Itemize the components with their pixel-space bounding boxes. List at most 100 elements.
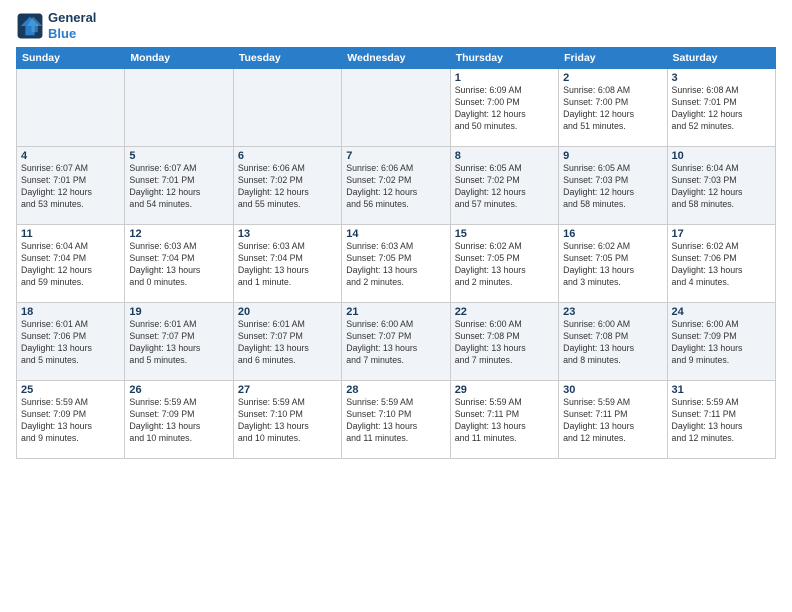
calendar-cell: 27Sunrise: 5:59 AM Sunset: 7:10 PM Dayli… [233,381,341,459]
day-info: Sunrise: 6:03 AM Sunset: 7:05 PM Dayligh… [346,241,445,289]
day-number: 30 [563,384,662,396]
header: General Blue [16,10,776,41]
calendar-cell: 30Sunrise: 5:59 AM Sunset: 7:11 PM Dayli… [559,381,667,459]
day-info: Sunrise: 6:06 AM Sunset: 7:02 PM Dayligh… [346,163,445,211]
calendar-cell: 10Sunrise: 6:04 AM Sunset: 7:03 PM Dayli… [667,147,775,225]
calendar-cell: 29Sunrise: 5:59 AM Sunset: 7:11 PM Dayli… [450,381,558,459]
day-number: 11 [21,228,120,240]
day-info: Sunrise: 6:01 AM Sunset: 7:07 PM Dayligh… [238,319,337,367]
day-info: Sunrise: 6:04 AM Sunset: 7:03 PM Dayligh… [672,163,771,211]
day-number: 24 [672,306,771,318]
day-number: 3 [672,72,771,84]
calendar-table: SundayMondayTuesdayWednesdayThursdayFrid… [16,47,776,459]
day-number: 14 [346,228,445,240]
logo-line2: Blue [48,26,96,42]
calendar-col-header: Saturday [667,48,775,69]
day-info: Sunrise: 5:59 AM Sunset: 7:10 PM Dayligh… [238,397,337,445]
calendar-week-row: 18Sunrise: 6:01 AM Sunset: 7:06 PM Dayli… [17,303,776,381]
day-number: 25 [21,384,120,396]
day-info: Sunrise: 6:02 AM Sunset: 7:05 PM Dayligh… [563,241,662,289]
day-info: Sunrise: 6:07 AM Sunset: 7:01 PM Dayligh… [21,163,120,211]
calendar-cell [125,69,233,147]
calendar-week-row: 11Sunrise: 6:04 AM Sunset: 7:04 PM Dayli… [17,225,776,303]
calendar-cell: 8Sunrise: 6:05 AM Sunset: 7:02 PM Daylig… [450,147,558,225]
day-info: Sunrise: 6:06 AM Sunset: 7:02 PM Dayligh… [238,163,337,211]
day-number: 21 [346,306,445,318]
day-info: Sunrise: 6:09 AM Sunset: 7:00 PM Dayligh… [455,85,554,133]
page: General Blue SundayMondayTuesdayWednesda… [0,0,792,612]
day-info: Sunrise: 5:59 AM Sunset: 7:11 PM Dayligh… [563,397,662,445]
calendar-cell: 22Sunrise: 6:00 AM Sunset: 7:08 PM Dayli… [450,303,558,381]
day-number: 31 [672,384,771,396]
day-number: 6 [238,150,337,162]
day-info: Sunrise: 5:59 AM Sunset: 7:09 PM Dayligh… [21,397,120,445]
day-number: 26 [129,384,228,396]
calendar-cell: 2Sunrise: 6:08 AM Sunset: 7:00 PM Daylig… [559,69,667,147]
day-info: Sunrise: 5:59 AM Sunset: 7:11 PM Dayligh… [455,397,554,445]
day-info: Sunrise: 6:04 AM Sunset: 7:04 PM Dayligh… [21,241,120,289]
calendar-cell: 15Sunrise: 6:02 AM Sunset: 7:05 PM Dayli… [450,225,558,303]
day-info: Sunrise: 6:03 AM Sunset: 7:04 PM Dayligh… [129,241,228,289]
calendar-cell: 9Sunrise: 6:05 AM Sunset: 7:03 PM Daylig… [559,147,667,225]
day-number: 10 [672,150,771,162]
calendar-cell: 24Sunrise: 6:00 AM Sunset: 7:09 PM Dayli… [667,303,775,381]
calendar-cell: 23Sunrise: 6:00 AM Sunset: 7:08 PM Dayli… [559,303,667,381]
calendar-col-header: Friday [559,48,667,69]
calendar-col-header: Tuesday [233,48,341,69]
day-info: Sunrise: 6:01 AM Sunset: 7:06 PM Dayligh… [21,319,120,367]
logo-icon [16,12,44,40]
day-number: 19 [129,306,228,318]
calendar-col-header: Wednesday [342,48,450,69]
calendar-cell: 12Sunrise: 6:03 AM Sunset: 7:04 PM Dayli… [125,225,233,303]
calendar-col-header: Sunday [17,48,125,69]
day-info: Sunrise: 5:59 AM Sunset: 7:09 PM Dayligh… [129,397,228,445]
calendar-cell: 18Sunrise: 6:01 AM Sunset: 7:06 PM Dayli… [17,303,125,381]
day-info: Sunrise: 6:08 AM Sunset: 7:01 PM Dayligh… [672,85,771,133]
logo-text-block: General Blue [48,10,96,41]
day-info: Sunrise: 6:02 AM Sunset: 7:06 PM Dayligh… [672,241,771,289]
day-number: 17 [672,228,771,240]
calendar-cell: 21Sunrise: 6:00 AM Sunset: 7:07 PM Dayli… [342,303,450,381]
calendar-cell: 19Sunrise: 6:01 AM Sunset: 7:07 PM Dayli… [125,303,233,381]
day-info: Sunrise: 5:59 AM Sunset: 7:11 PM Dayligh… [672,397,771,445]
calendar-cell: 4Sunrise: 6:07 AM Sunset: 7:01 PM Daylig… [17,147,125,225]
day-number: 18 [21,306,120,318]
calendar-col-header: Thursday [450,48,558,69]
calendar-cell: 13Sunrise: 6:03 AM Sunset: 7:04 PM Dayli… [233,225,341,303]
calendar-cell: 26Sunrise: 5:59 AM Sunset: 7:09 PM Dayli… [125,381,233,459]
day-number: 15 [455,228,554,240]
day-number: 4 [21,150,120,162]
day-info: Sunrise: 6:00 AM Sunset: 7:08 PM Dayligh… [455,319,554,367]
day-info: Sunrise: 6:05 AM Sunset: 7:03 PM Dayligh… [563,163,662,211]
day-info: Sunrise: 6:02 AM Sunset: 7:05 PM Dayligh… [455,241,554,289]
day-info: Sunrise: 6:00 AM Sunset: 7:07 PM Dayligh… [346,319,445,367]
calendar-cell: 1Sunrise: 6:09 AM Sunset: 7:00 PM Daylig… [450,69,558,147]
day-info: Sunrise: 6:08 AM Sunset: 7:00 PM Dayligh… [563,85,662,133]
day-info: Sunrise: 6:07 AM Sunset: 7:01 PM Dayligh… [129,163,228,211]
day-info: Sunrise: 6:05 AM Sunset: 7:02 PM Dayligh… [455,163,554,211]
calendar-cell: 31Sunrise: 5:59 AM Sunset: 7:11 PM Dayli… [667,381,775,459]
calendar-cell: 20Sunrise: 6:01 AM Sunset: 7:07 PM Dayli… [233,303,341,381]
day-number: 22 [455,306,554,318]
day-number: 20 [238,306,337,318]
logo-line1: General [48,10,96,26]
day-number: 16 [563,228,662,240]
calendar-cell [233,69,341,147]
calendar-cell [17,69,125,147]
day-number: 2 [563,72,662,84]
day-number: 27 [238,384,337,396]
day-info: Sunrise: 6:03 AM Sunset: 7:04 PM Dayligh… [238,241,337,289]
day-number: 12 [129,228,228,240]
calendar-cell: 6Sunrise: 6:06 AM Sunset: 7:02 PM Daylig… [233,147,341,225]
day-number: 13 [238,228,337,240]
logo: General Blue [16,10,96,41]
calendar-cell: 16Sunrise: 6:02 AM Sunset: 7:05 PM Dayli… [559,225,667,303]
day-info: Sunrise: 6:00 AM Sunset: 7:09 PM Dayligh… [672,319,771,367]
day-number: 8 [455,150,554,162]
calendar-header-row: SundayMondayTuesdayWednesdayThursdayFrid… [17,48,776,69]
calendar-cell: 11Sunrise: 6:04 AM Sunset: 7:04 PM Dayli… [17,225,125,303]
calendar-col-header: Monday [125,48,233,69]
calendar-cell: 3Sunrise: 6:08 AM Sunset: 7:01 PM Daylig… [667,69,775,147]
day-number: 7 [346,150,445,162]
calendar-week-row: 4Sunrise: 6:07 AM Sunset: 7:01 PM Daylig… [17,147,776,225]
